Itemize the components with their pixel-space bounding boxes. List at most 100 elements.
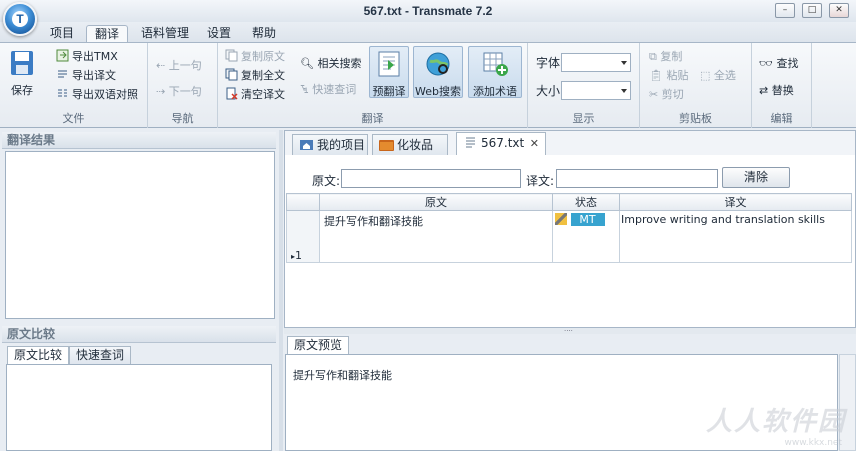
target-column-header[interactable]: 译文 bbox=[619, 193, 852, 211]
tab-source-compare[interactable]: 原文比较 bbox=[7, 346, 70, 364]
grid-header-row: 原文 状态 译文 bbox=[286, 193, 852, 211]
segment-grid: 原文 状态 译文 ▸1 提升写作和翻译技能 MT Improve writing… bbox=[286, 193, 852, 263]
copy-all-icon bbox=[225, 68, 238, 81]
source-column-header[interactable]: 原文 bbox=[319, 193, 553, 211]
ribbon: 保存 导出TMX 导出译文 导出双语对照 文件 ⇠ 上一句 ⇢ 下一句 导航 复… bbox=[0, 42, 856, 128]
copy-all-button[interactable]: 复制全文 bbox=[225, 67, 285, 84]
tab-translate[interactable]: 翻译 bbox=[86, 25, 129, 42]
copy-source-label: 复制原文 bbox=[241, 50, 285, 63]
group-edit-label: 编辑 bbox=[770, 112, 793, 125]
paste-button[interactable]: 📋︎ 粘贴 bbox=[649, 67, 688, 84]
quick-lookup-button[interactable]: ꔃ 快速查词 bbox=[300, 81, 356, 98]
copy-button[interactable]: ⧉ 复制 bbox=[649, 48, 682, 65]
arrow-right-icon: ⇢ bbox=[156, 85, 169, 98]
tab-file-label: 567.txt bbox=[481, 136, 525, 150]
tab-my-project[interactable]: 我的项目 bbox=[292, 134, 368, 156]
paste-label: 粘贴 bbox=[666, 69, 689, 82]
tab-source-preview[interactable]: 原文预览 bbox=[287, 336, 350, 355]
home-icon bbox=[300, 140, 313, 150]
replace-label: 替换 bbox=[771, 84, 794, 97]
watermark-text: 人人软件园 bbox=[705, 407, 846, 437]
web-search-button[interactable]: Web搜索 bbox=[413, 46, 463, 98]
target-filter-input[interactable] bbox=[556, 169, 718, 188]
size-select[interactable] bbox=[561, 81, 631, 100]
copy-all-label: 复制全文 bbox=[241, 69, 285, 82]
source-filter-input[interactable] bbox=[341, 169, 521, 188]
group-clipboard-label: 剪贴板 bbox=[679, 112, 712, 125]
replace-icon: ⇄ bbox=[759, 84, 772, 97]
watermark-url: www.kkx.net bbox=[784, 438, 843, 448]
copy-icon: ⧉ bbox=[649, 50, 661, 63]
save-label: 保存 bbox=[11, 84, 33, 97]
tab-cosmetics-label: 化妆品 bbox=[397, 138, 434, 152]
table-row[interactable]: ▸1 提升写作和翻译技能 MT Improve writing and tran… bbox=[286, 210, 852, 263]
cut-button[interactable]: ✂ 剪切 bbox=[649, 86, 684, 103]
export-tmx-button[interactable]: 导出TMX bbox=[56, 48, 118, 65]
group-translate: 复制原文 复制全文 清空译文 🔍︎ 相关搜索 ꔃ 快速查词 预翻译 Web搜索 … bbox=[218, 43, 528, 128]
status-column-header[interactable]: 状态 bbox=[552, 193, 620, 211]
clear-icon bbox=[226, 87, 238, 100]
group-translate-label: 翻译 bbox=[361, 112, 384, 125]
app-menu-button[interactable]: T bbox=[3, 2, 37, 36]
group-clipboard: ⧉ 复制 📋︎ 粘贴 ⬚ 全选 ✂ 剪切 剪贴板 bbox=[640, 43, 752, 128]
target-cell[interactable]: Improve writing and translation skills bbox=[619, 210, 852, 263]
font-label: 字体 bbox=[536, 56, 561, 70]
arrow-left-icon: ⇠ bbox=[156, 59, 169, 72]
select-all-label: 全选 bbox=[713, 69, 736, 82]
find-button[interactable]: 👓︎ 查找 bbox=[759, 55, 798, 72]
next-label: 下一句 bbox=[168, 85, 202, 98]
next-sentence-button[interactable]: ⇢ 下一句 bbox=[156, 83, 202, 100]
export-bilingual-label: 导出双语对照 bbox=[72, 88, 138, 101]
clear-translation-button[interactable]: 清空译文 bbox=[225, 86, 285, 103]
tab-file[interactable]: 567.txt ✕ bbox=[456, 132, 546, 156]
group-nav-label: 导航 bbox=[171, 112, 194, 125]
tab-project[interactable]: 项目 bbox=[42, 25, 82, 42]
pretranslate-label: 预翻译 bbox=[372, 85, 406, 98]
folder-icon bbox=[379, 140, 394, 151]
horizontal-splitter[interactable]: ···· bbox=[284, 328, 856, 335]
add-term-label: 添加术语 bbox=[473, 85, 517, 98]
close-tab-icon[interactable]: ✕ bbox=[530, 133, 539, 154]
replace-button[interactable]: ⇄ 替换 bbox=[759, 82, 794, 99]
tab-settings[interactable]: 设置 bbox=[199, 25, 239, 42]
vertical-splitter[interactable] bbox=[279, 130, 283, 451]
maximize-button[interactable]: □ bbox=[802, 3, 822, 18]
size-label: 大小 bbox=[536, 84, 561, 98]
title-bar: T 567.txt - Transmate 7.2 – □ ✕ bbox=[0, 0, 856, 36]
pretranslate-button[interactable]: 预翻译 bbox=[369, 46, 409, 98]
source-filter-label: 原文: bbox=[312, 174, 341, 188]
close-button[interactable]: ✕ bbox=[829, 3, 849, 18]
group-edit: 👓︎ 查找 ⇄ 替换 编辑 bbox=[752, 43, 812, 128]
export-translation-button[interactable]: 导出译文 bbox=[56, 67, 116, 84]
status-cell: MT bbox=[552, 210, 620, 263]
window-title: 567.txt - Transmate 7.2 bbox=[363, 4, 493, 18]
find-label: 查找 bbox=[776, 57, 799, 70]
font-select[interactable] bbox=[561, 53, 631, 72]
group-file-label: 文件 bbox=[62, 112, 85, 125]
translation-results-header: 翻译结果 bbox=[2, 132, 276, 149]
document-icon bbox=[466, 137, 475, 148]
tab-quick-lookup[interactable]: 快速查词 bbox=[69, 346, 132, 364]
tab-cosmetics[interactable]: 化妆品 bbox=[372, 134, 448, 156]
prev-sentence-button[interactable]: ⇠ 上一句 bbox=[156, 57, 202, 74]
paste-icon: 📋︎ bbox=[649, 69, 667, 82]
clear-filter-button[interactable]: 清除 bbox=[722, 167, 790, 188]
export-translation-icon bbox=[58, 70, 67, 78]
web-search-label: Web搜索 bbox=[415, 85, 461, 98]
select-all-button[interactable]: ⬚ 全选 bbox=[700, 67, 736, 84]
tab-help[interactable]: 帮助 bbox=[244, 25, 284, 42]
save-icon bbox=[11, 51, 33, 75]
copy-source-button[interactable]: 复制原文 bbox=[225, 48, 285, 65]
save-button[interactable]: 保存 bbox=[4, 46, 40, 98]
menu-tabs: 项目 翻译 语料管理 设置 帮助 bbox=[0, 22, 856, 42]
binoculars-icon: 👓︎ bbox=[759, 57, 777, 70]
related-search-button[interactable]: 🔍︎ 相关搜索 bbox=[300, 55, 361, 72]
add-term-button[interactable]: 添加术语 bbox=[468, 46, 522, 98]
copy-source-icon bbox=[225, 49, 238, 62]
add-term-icon bbox=[483, 52, 508, 76]
source-cell[interactable]: 提升写作和翻译技能 bbox=[319, 210, 553, 263]
globe-icon bbox=[426, 52, 450, 76]
tab-corpus[interactable]: 语料管理 bbox=[133, 25, 197, 42]
export-bilingual-button[interactable]: 导出双语对照 bbox=[56, 86, 138, 103]
minimize-button[interactable]: – bbox=[775, 3, 795, 18]
